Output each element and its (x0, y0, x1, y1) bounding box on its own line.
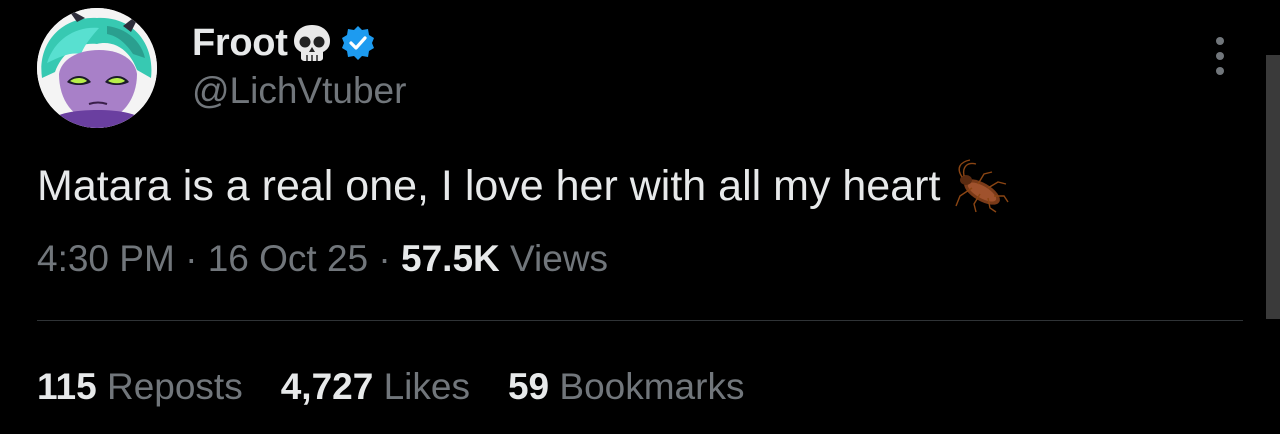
tweet-date[interactable]: 16 Oct 25 (208, 238, 368, 279)
author-name-row: Froot (192, 18, 376, 68)
divider (37, 320, 1243, 321)
reposts-count: 115 (37, 366, 97, 407)
tweet-time[interactable]: 4:30 PM (37, 238, 175, 279)
skull-icon (290, 21, 334, 65)
cockroach-icon (950, 158, 1010, 214)
avatar-image (37, 8, 157, 128)
tweet-detail: Froot @LichVtuber Matara is a real one, … (0, 0, 1280, 434)
bookmarks-count: 59 (507, 366, 550, 407)
more-dot-icon (1216, 37, 1224, 45)
views-label: Views (499, 238, 609, 279)
author-handle[interactable]: @LichVtuber (192, 70, 406, 112)
tweet-meta: 4:30 PM · 16 Oct 25 · 57.5K Views (37, 238, 608, 280)
more-dot-icon (1216, 52, 1224, 60)
likes-count: 4,727 (280, 366, 374, 407)
bookmarks-label: Bookmarks (549, 366, 745, 407)
views-count[interactable]: 57.5K (401, 238, 500, 279)
more-options-button[interactable] (1204, 34, 1236, 78)
display-name[interactable]: Froot (192, 22, 288, 65)
verified-badge-icon[interactable] (340, 25, 376, 61)
more-dot-icon (1216, 67, 1224, 75)
scrollbar[interactable] (1266, 55, 1280, 319)
meta-separator: · (174, 238, 208, 279)
meta-separator: · (368, 238, 402, 279)
tweet-body: Matara is a real one, I love her with al… (37, 158, 1010, 214)
likes-label: Likes (373, 366, 470, 407)
bookmarks-stat[interactable]: 59 Bookmarks (508, 366, 745, 408)
avatar[interactable] (37, 8, 157, 128)
reposts-stat[interactable]: 115 Reposts (37, 366, 243, 408)
likes-stat[interactable]: 4,727 Likes (281, 366, 470, 408)
tweet-text: Matara is a real one, I love her with al… (37, 161, 941, 210)
engagement-stats: 115 Reposts 4,727 Likes 59 Bookmarks (37, 366, 782, 408)
reposts-label: Reposts (96, 366, 243, 407)
